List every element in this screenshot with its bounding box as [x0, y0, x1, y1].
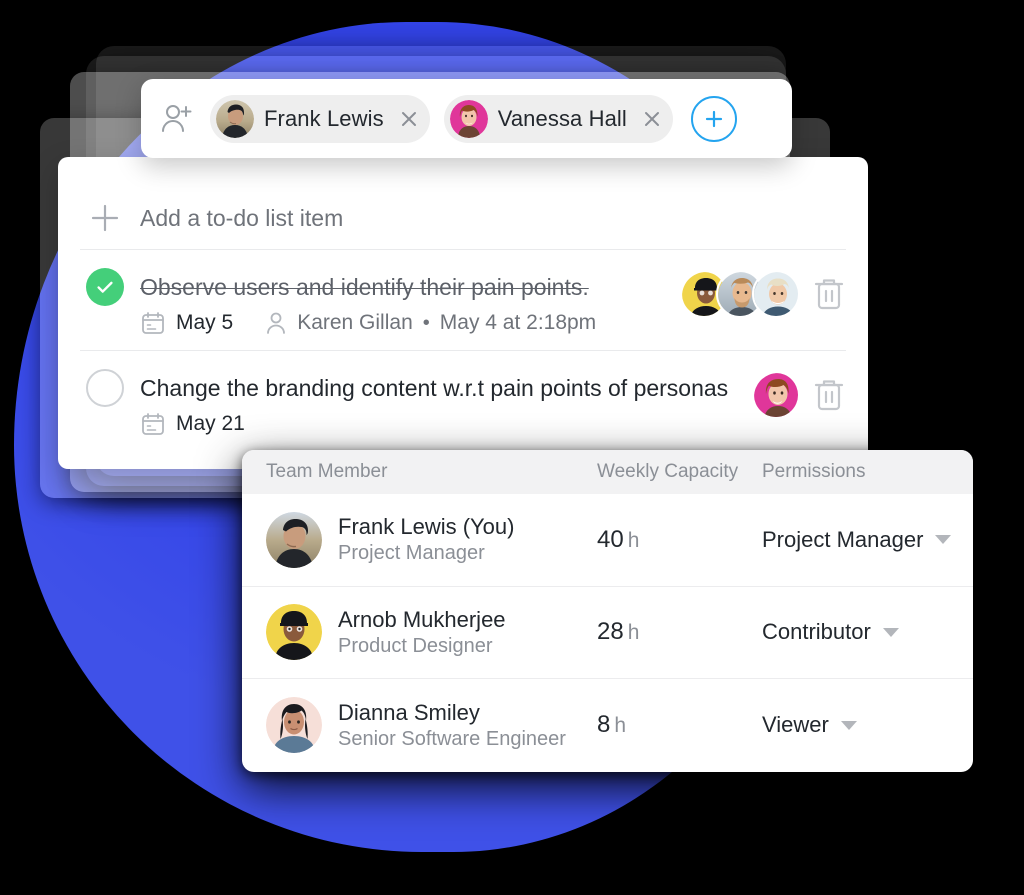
permission-dropdown[interactable]: Project Manager [762, 527, 973, 553]
avatar [216, 99, 254, 138]
todo-item[interactable]: Change the branding content w.r.t pain p… [58, 351, 868, 451]
meta-separator: • [422, 311, 430, 334]
todo-actions [752, 371, 846, 419]
member-cell: Arnob Mukherjee Product Designer [242, 604, 597, 661]
checkbox-unchecked-icon[interactable] [86, 369, 124, 407]
capacity-cell: 8h [597, 711, 762, 739]
avatar [266, 604, 322, 661]
capacity-value: 40 [597, 525, 624, 553]
avatar [266, 697, 322, 754]
capacity-unit: h [627, 528, 640, 552]
todo-due-date: May 21 [176, 412, 245, 435]
add-assignee-button[interactable] [690, 95, 737, 142]
close-icon[interactable] [394, 104, 424, 134]
person-add-icon[interactable] [158, 100, 196, 138]
trash-icon[interactable] [812, 275, 846, 313]
checkbox-checked-icon[interactable] [86, 268, 124, 306]
table-row[interactable]: Frank Lewis (You) Project Manager 40 h Pr… [242, 494, 973, 587]
table-row[interactable]: Arnob Mukherjee Product Designer 28 h Con… [242, 587, 973, 679]
add-todo-placeholder: Add a to-do list item [140, 204, 344, 231]
todo-meta: May 21 [58, 411, 868, 437]
member-name: Arnob Mukherjee [338, 606, 506, 632]
permission-dropdown[interactable]: Contributor [762, 619, 973, 645]
close-icon[interactable] [637, 104, 667, 134]
avatar[interactable] [752, 270, 800, 318]
plus-icon [705, 110, 723, 127]
permission-value: Viewer [762, 712, 829, 738]
column-header-permissions: Permissions [762, 461, 866, 482]
chevron-down-icon[interactable] [840, 720, 857, 730]
todo-title: Change the branding content w.r.t pain p… [140, 375, 729, 401]
member-name: Frank Lewis (You) [338, 514, 515, 540]
permission-cell[interactable]: Viewer [762, 712, 973, 738]
assignee-chips-bar: Frank Lewis Vanessa Hall [141, 79, 792, 158]
member-role: Project Manager [338, 542, 485, 565]
assignee-chip[interactable]: Vanessa Hall [443, 94, 673, 143]
member-role: Senior Software Engineer [338, 727, 566, 750]
chip-name: Frank Lewis [264, 105, 384, 131]
todo-assignee: Karen Gillan [297, 311, 413, 334]
assignee-chip[interactable]: Frank Lewis [210, 94, 430, 143]
trash-icon[interactable] [812, 376, 846, 414]
table-header-row: Team Member Weekly Capacity Permissions [242, 450, 973, 494]
todo-timestamp: May 4 at 2:18pm [439, 311, 597, 334]
calendar-icon [140, 310, 166, 336]
todo-actions [680, 270, 846, 318]
avatar [266, 511, 322, 568]
avatar[interactable] [752, 371, 800, 419]
chip-name: Vanessa Hall [497, 105, 627, 131]
capacity-value: 8 [597, 711, 611, 739]
todo-list-card: Add a to-do list item Observe users and … [58, 157, 868, 469]
table-row[interactable]: Dianna Smiley Senior Software Engineer 8… [242, 679, 973, 772]
capacity-value: 28 [597, 618, 624, 646]
plus-icon [88, 201, 122, 235]
chevron-down-icon[interactable] [882, 627, 899, 637]
member-name: Dianna Smiley [338, 699, 480, 725]
capacity-unit: h [614, 714, 627, 738]
member-role: Product Designer [338, 634, 493, 657]
add-todo-row[interactable]: Add a to-do list item [58, 157, 868, 249]
capacity-cell: 40 h [597, 526, 762, 554]
member-cell: Dianna Smiley Senior Software Engineer [242, 697, 597, 754]
column-header-weekly-capacity: Weekly Capacity [597, 461, 739, 482]
chevron-down-icon[interactable] [935, 535, 952, 545]
team-members-table: Team Member Weekly Capacity Permissions [242, 450, 973, 772]
permission-dropdown[interactable]: Viewer [762, 712, 973, 738]
avatar [449, 99, 488, 138]
column-header-team-member: Team Member [266, 461, 388, 482]
capacity-cell: 28 h [597, 618, 762, 646]
todo-item[interactable]: Observe users and identify their pain po… [58, 250, 868, 350]
todo-title: Observe users and identify their pain po… [140, 274, 589, 300]
todo-due-date: May 5 [176, 311, 234, 334]
permission-cell[interactable]: Project Manager [762, 527, 973, 553]
capacity-unit: h [627, 621, 640, 645]
calendar-icon [140, 411, 166, 437]
permission-value: Project Manager [762, 526, 924, 552]
member-cell: Frank Lewis (You) Project Manager [242, 511, 597, 568]
permission-value: Contributor [762, 619, 871, 645]
permission-cell[interactable]: Contributor [762, 619, 973, 645]
user-icon [265, 310, 287, 336]
composition-stage: Frank Lewis Vanessa Hall Add a to-do lis… [0, 0, 1024, 895]
